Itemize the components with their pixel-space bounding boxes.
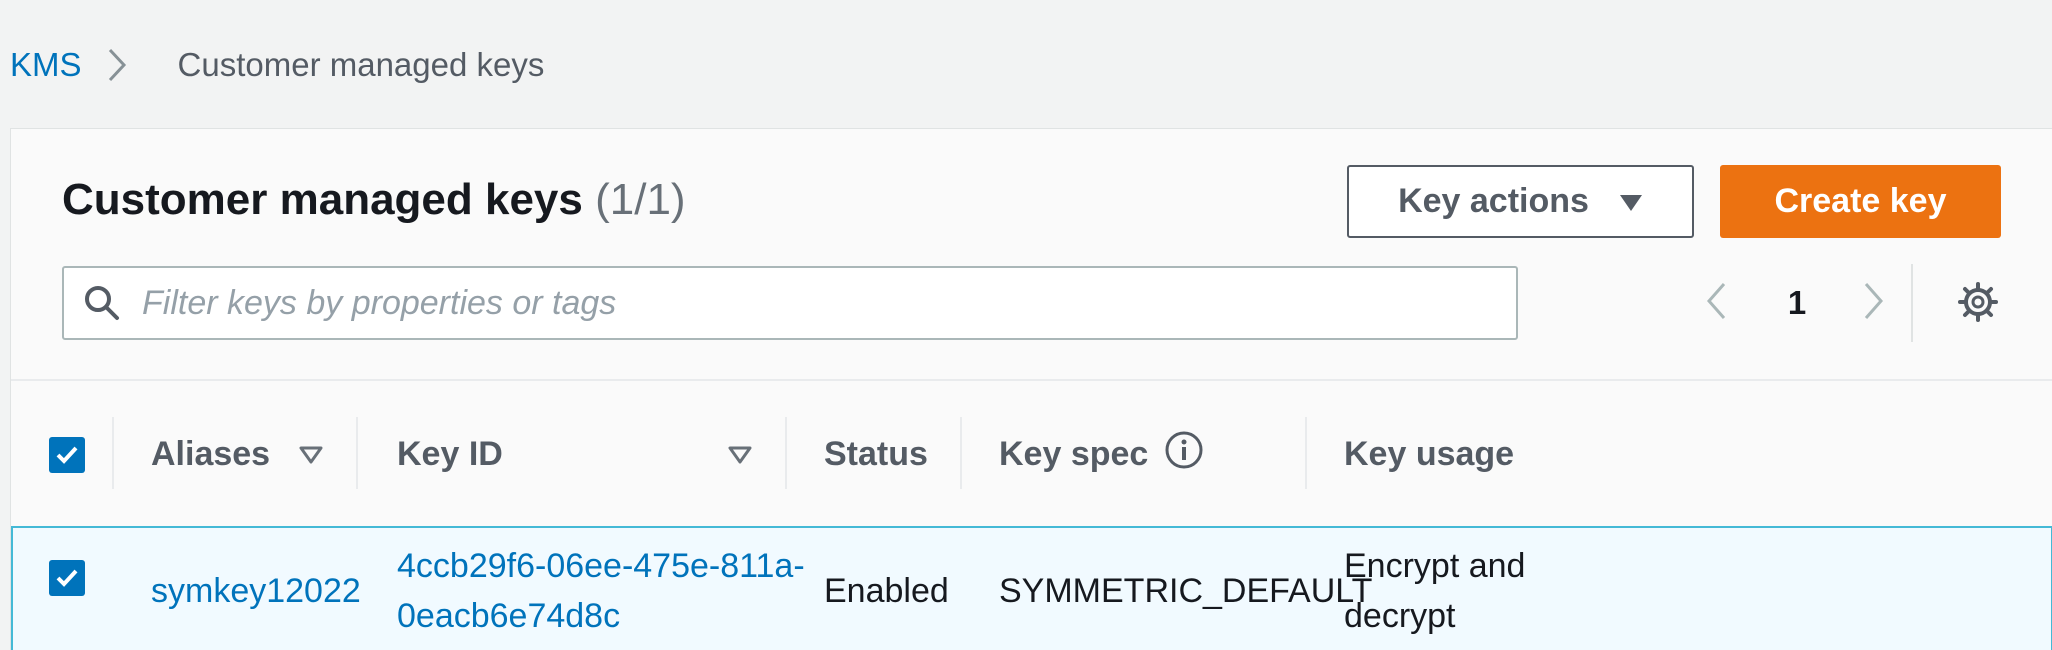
column-divider — [112, 417, 114, 489]
filter-input[interactable] — [142, 283, 1442, 323]
previous-page-button[interactable] — [1691, 266, 1741, 340]
breadcrumb: KMS Customer managed keys — [10, 40, 544, 90]
title-text: Customer managed keys — [62, 175, 583, 224]
chevron-left-icon — [1705, 281, 1727, 326]
pagination-divider — [1911, 264, 1913, 342]
key-usage-cell: Encrypt and decrypt — [1344, 528, 1525, 650]
table-header: Aliases Key ID Status Key spec Key usage — [11, 381, 2052, 528]
status-cell: Enabled — [824, 571, 949, 610]
table-row[interactable]: symkey12022 4ccb29f6-06ee-475e-811a- 0ea… — [11, 526, 2052, 650]
column-header-key-spec[interactable]: Key spec — [999, 381, 1204, 528]
column-header-status[interactable]: Status — [824, 381, 928, 528]
caret-down-icon — [1619, 182, 1643, 221]
page-number-1[interactable]: 1 — [1767, 266, 1827, 340]
filter-field[interactable] — [62, 266, 1518, 340]
key-spec-label: Key spec — [999, 435, 1149, 473]
page-title: Customer managed keys (1/1) — [62, 175, 686, 225]
gear-icon — [1957, 281, 1999, 328]
key-count: (1/1) — [595, 175, 686, 224]
column-header-aliases[interactable]: Aliases — [151, 381, 270, 528]
breadcrumb-current: Customer managed keys — [177, 46, 545, 83]
search-icon — [64, 268, 120, 338]
sort-caret-icon[interactable] — [722, 437, 758, 473]
alias-text[interactable]: symkey12022 — [151, 566, 361, 616]
column-divider — [1305, 417, 1307, 489]
checkmark-icon — [56, 569, 78, 587]
column-header-key-usage[interactable]: Key usage — [1344, 381, 1514, 528]
column-header-key-id[interactable]: Key ID — [397, 381, 503, 528]
chevron-right-icon — [82, 40, 152, 90]
alias-link[interactable]: symkey12022 — [151, 528, 361, 650]
create-key-button[interactable]: Create key — [1720, 165, 2001, 238]
key-id-line-1[interactable]: 4ccb29f6-06ee-475e-811a- — [397, 541, 805, 591]
table-settings-button[interactable] — [1953, 279, 2003, 329]
chevron-right-icon — [1863, 281, 1885, 326]
key-usage-line-1: Encrypt and — [1344, 546, 1526, 585]
breadcrumb-kms-link[interactable]: KMS — [10, 46, 82, 84]
column-divider — [356, 417, 358, 489]
key-id-line-2[interactable]: 0eacb6e74d8c — [397, 591, 805, 641]
keys-table-panel: Customer managed keys (1/1) Key actions … — [10, 128, 2052, 650]
next-page-button[interactable] — [1849, 266, 1899, 340]
key-spec-cell: SYMMETRIC_DEFAULT — [999, 571, 1373, 610]
select-all-checkbox[interactable] — [49, 437, 85, 473]
key-actions-button[interactable]: Key actions — [1347, 165, 1694, 238]
key-usage-line-2: decrypt — [1344, 596, 1456, 635]
checkmark-icon — [56, 446, 78, 464]
info-icon[interactable] — [1164, 430, 1204, 479]
key-id-link[interactable]: 4ccb29f6-06ee-475e-811a- 0eacb6e74d8c — [397, 528, 805, 650]
row-checkbox[interactable] — [49, 560, 85, 596]
sort-caret-icon[interactable] — [293, 437, 329, 473]
column-divider — [785, 417, 787, 489]
column-divider — [960, 417, 962, 489]
key-actions-label: Key actions — [1398, 182, 1589, 220]
